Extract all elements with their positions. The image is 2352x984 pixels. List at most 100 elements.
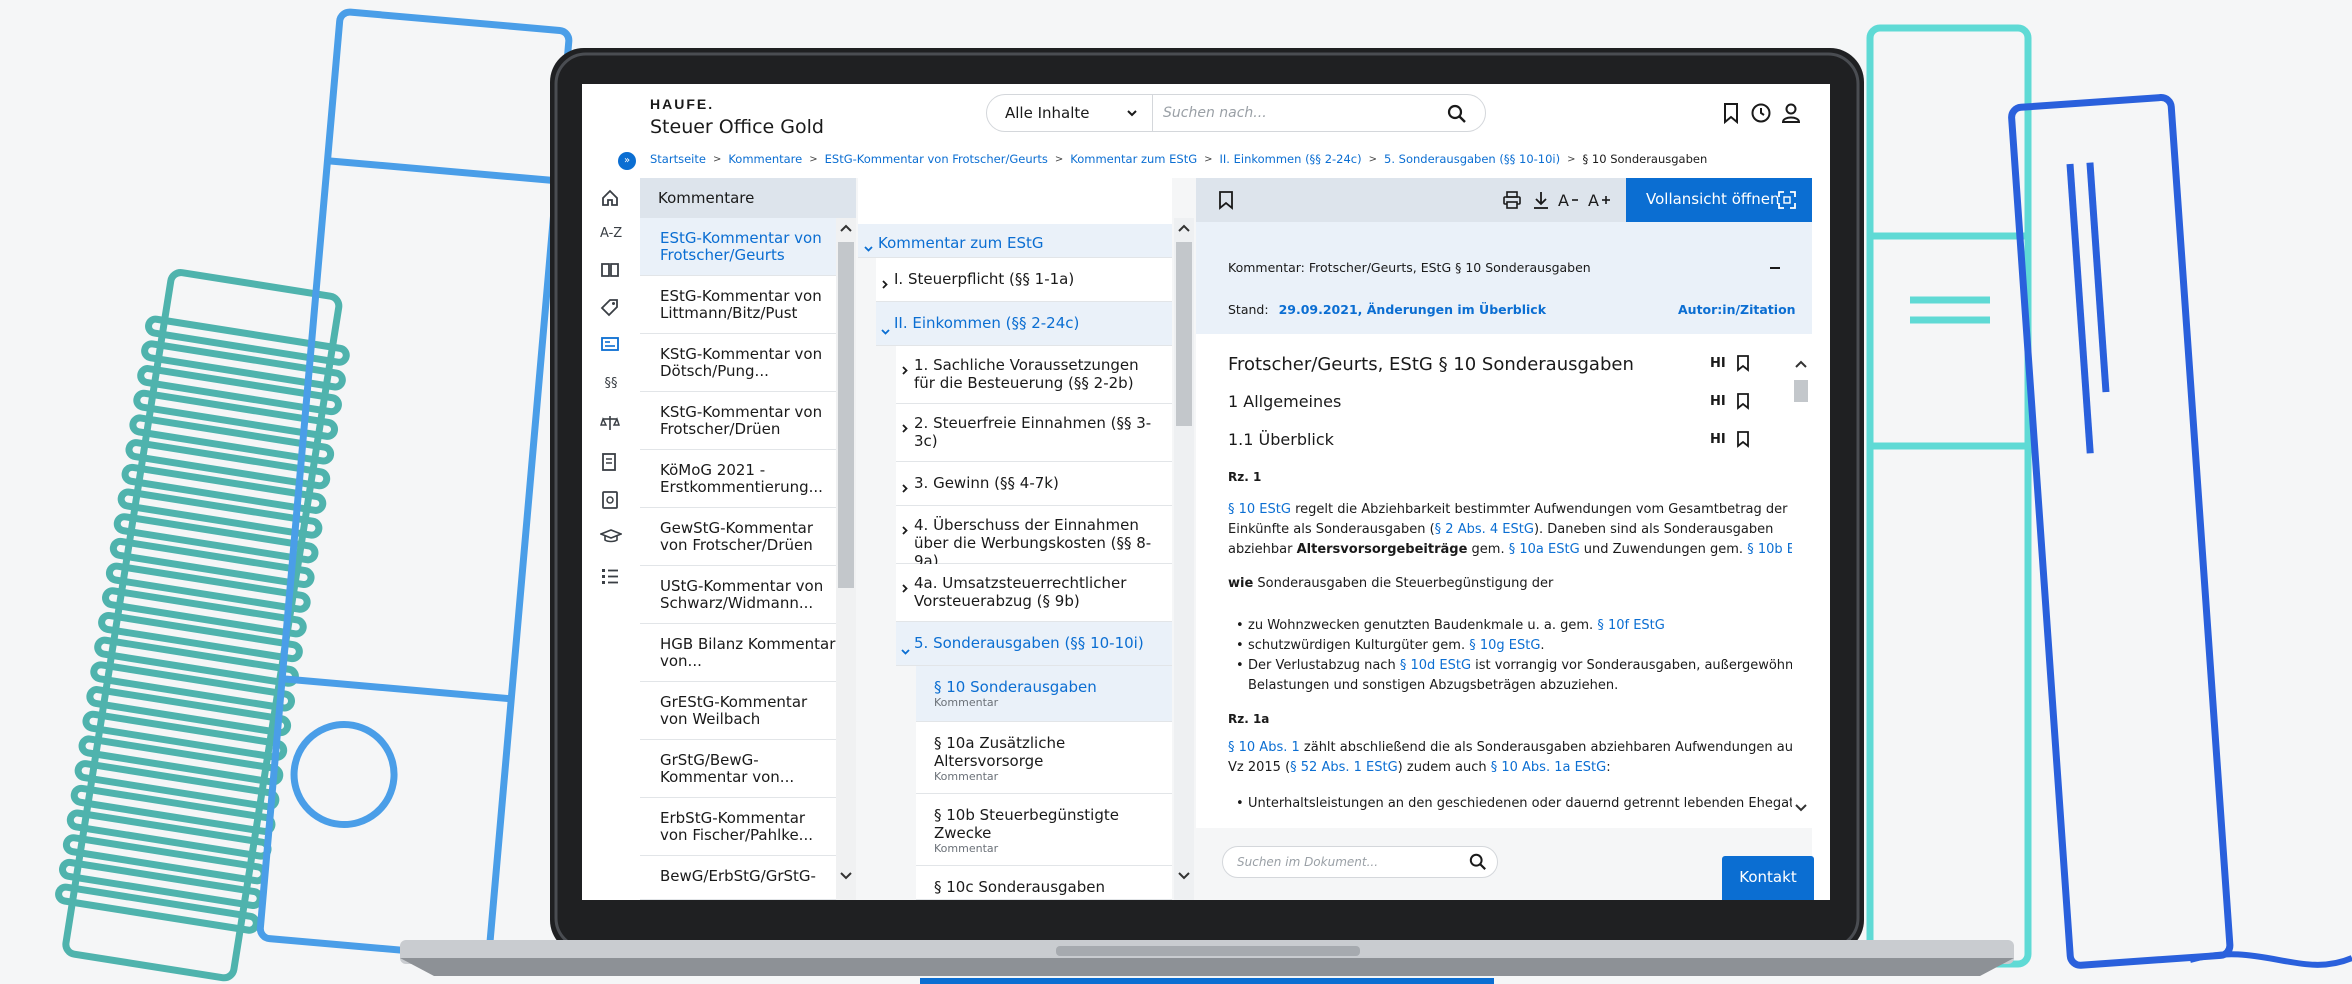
list-item[interactable]: ErbStG-Kommentar von Fischer/Pahlke... bbox=[640, 798, 836, 856]
toc-item-label: I. Steuerpflicht (§§ 1-1a) bbox=[894, 270, 1075, 288]
list-item: schutzwürdigen Kulturgüter gem. § 10g ES… bbox=[1234, 636, 1796, 656]
list-item[interactable]: EStG-Kommentar von Frotscher/Geurts bbox=[640, 218, 836, 276]
download-icon[interactable] bbox=[1532, 191, 1550, 209]
scroll-down-icon[interactable] bbox=[1178, 872, 1190, 880]
user-icon[interactable] bbox=[1780, 102, 1802, 124]
full-view-label: Vollansicht öffnen bbox=[1646, 190, 1780, 208]
link-2-abs-4[interactable]: § 2 Abs. 4 EStG bbox=[1435, 522, 1534, 537]
paragraph-icon[interactable]: §§ bbox=[600, 376, 622, 398]
search-icon[interactable] bbox=[1447, 104, 1467, 124]
bookmark-icon[interactable] bbox=[1218, 190, 1234, 210]
list-item[interactable]: EStG-Kommentar von Littmann/Bitz/Pust bbox=[640, 276, 836, 334]
scroll-down-icon[interactable] bbox=[1795, 804, 1807, 812]
form-icon[interactable] bbox=[600, 452, 622, 474]
hi-marker[interactable]: HI bbox=[1710, 394, 1726, 409]
breadcrumb-estg-kommentar[interactable]: EStG-Kommentar von Frotscher/Geurts bbox=[825, 152, 1048, 166]
toc-item[interactable]: 4. Überschuss der Einnahmen über die Wer… bbox=[896, 506, 1172, 570]
list-item[interactable]: KStG-Kommentar von Dötsch/Pung... bbox=[640, 334, 836, 392]
link-10f-estg[interactable]: § 10f EStG bbox=[1597, 618, 1665, 633]
graduation-cap-icon[interactable] bbox=[600, 528, 622, 550]
scroll-down-icon[interactable] bbox=[840, 872, 852, 880]
link-52-abs-1[interactable]: § 52 Abs. 1 EStG bbox=[1290, 760, 1398, 775]
history-icon[interactable] bbox=[1750, 102, 1772, 124]
toc-item[interactable]: II. Einkommen (§§ 2-24c) bbox=[876, 302, 1172, 346]
breadcrumb-kommentare[interactable]: Kommentare bbox=[728, 152, 802, 166]
text: ). Daneben sind als Sonderausgaben bbox=[1533, 522, 1774, 537]
heading-2: 1.1 Überblick bbox=[1228, 430, 1334, 449]
toc-item[interactable]: 1. Sachliche Voraussetzungen für die Bes… bbox=[896, 346, 1172, 404]
text: Belastungen und sonstigen Abzugsbeträgen… bbox=[1248, 678, 1619, 693]
chevron-right-icon bbox=[902, 419, 908, 437]
hi-marker[interactable]: HI bbox=[1710, 432, 1726, 447]
link-10a-estg[interactable]: § 10a EStG bbox=[1509, 542, 1580, 557]
bookmark-icon[interactable] bbox=[1722, 102, 1740, 124]
a-z-icon[interactable]: A-Z bbox=[600, 226, 622, 248]
toc-item[interactable]: 5. Sonderausgaben (§§ 10-10i) bbox=[896, 622, 1172, 666]
print-icon[interactable] bbox=[1502, 191, 1522, 209]
collapse-icon[interactable] bbox=[1770, 266, 1780, 270]
link-10-abs-1[interactable]: § 10 Abs. 1 bbox=[1228, 740, 1300, 755]
list-item[interactable]: KStG-Kommentar von Frotscher/Drüen bbox=[640, 392, 836, 450]
checklist-icon[interactable] bbox=[600, 566, 622, 588]
scroll-up-icon[interactable] bbox=[840, 224, 852, 232]
scroll-up-icon[interactable] bbox=[1178, 224, 1190, 232]
document-scrollbar-thumb[interactable] bbox=[1794, 380, 1808, 402]
font-increase-icon[interactable]: A bbox=[1588, 191, 1612, 209]
search-input[interactable] bbox=[1163, 97, 1433, 129]
font-decrease-icon[interactable]: A bbox=[1558, 191, 1580, 209]
list-item[interactable]: UStG-Kommentar von Schwarz/Widmann... bbox=[640, 566, 836, 624]
bookmark-icon[interactable] bbox=[1736, 392, 1750, 410]
tag-icon[interactable] bbox=[600, 298, 622, 320]
toc-scrollbar-thumb[interactable] bbox=[1176, 242, 1192, 426]
list-item[interactable]: GrEStG-Kommentar von Weilbach bbox=[640, 682, 836, 740]
scales-icon[interactable] bbox=[600, 414, 622, 436]
link-10g-estg[interactable]: § 10g EStG bbox=[1469, 638, 1540, 653]
kommentare-scrollbar-thumb[interactable] bbox=[838, 242, 854, 588]
breadcrumb-current: § 10 Sonderausgaben bbox=[1582, 152, 1708, 166]
toc-item[interactable]: § 10a Zusätzliche Altersvorsorge Komment… bbox=[916, 722, 1172, 794]
global-search: Alle Inhalte bbox=[986, 94, 1486, 132]
list-item[interactable]: GrStG/BewG-Kommentar von... bbox=[640, 740, 836, 798]
search-icon[interactable] bbox=[1469, 853, 1487, 871]
breadcrumb-sonderausgaben[interactable]: 5. Sonderausgaben (§§ 10-10i) bbox=[1384, 152, 1560, 166]
bookmark-icon[interactable] bbox=[1736, 354, 1750, 372]
toc-item[interactable]: 3. Gewinn (§§ 4-7k) bbox=[896, 462, 1172, 506]
breadcrumb-einkommen[interactable]: II. Einkommen (§§ 2-24c) bbox=[1220, 152, 1362, 166]
toc-item[interactable]: I. Steuerpflicht (§§ 1-1a) bbox=[876, 258, 1172, 302]
stand-line: Stand: 29.09.2021, Änderungen im Überbli… bbox=[1228, 302, 1546, 317]
commentary-icon[interactable] bbox=[600, 336, 622, 358]
breadcrumb-kommentar-zum-estg[interactable]: Kommentar zum EStG bbox=[1070, 152, 1197, 166]
expand-sidebar-icon[interactable]: » bbox=[618, 152, 636, 170]
link-10-estg[interactable]: § 10 EStG bbox=[1228, 502, 1291, 517]
link-10-abs-1a[interactable]: § 10 Abs. 1a EStG bbox=[1491, 760, 1607, 775]
document-scrollbar[interactable] bbox=[1792, 354, 1810, 824]
chevron-right-icon bbox=[902, 361, 908, 379]
home-icon[interactable] bbox=[600, 188, 622, 210]
toc-item-selected[interactable]: § 10 Sonderausgaben Kommentar bbox=[916, 666, 1172, 722]
list-item[interactable]: HGB Bilanz Kommentar von... bbox=[640, 624, 836, 682]
list-item[interactable]: GewStG-Kommentar von Frotscher/Drüen bbox=[640, 508, 836, 566]
toc-root[interactable]: Kommentar zum EStG bbox=[858, 224, 1172, 258]
app-window: » HAUFE. Steuer Office Gold Alle Inhalte… bbox=[582, 84, 1830, 900]
scroll-up-icon[interactable] bbox=[1795, 360, 1807, 368]
breadcrumb-startseite[interactable]: Startseite bbox=[650, 152, 706, 166]
list-item[interactable]: KöMoG 2021 - Erstkommentierung... bbox=[640, 450, 836, 508]
document-search-input[interactable] bbox=[1237, 849, 1457, 875]
full-view-button[interactable]: Vollansicht öffnen bbox=[1626, 178, 1812, 222]
link-10d-estg[interactable]: § 10d EStG bbox=[1400, 658, 1471, 673]
toc-item[interactable]: 4a. Umsatzsteuerrechtlicher Vorsteuerabz… bbox=[896, 564, 1172, 622]
text: abziehbar bbox=[1228, 542, 1297, 557]
link-10b-estg[interactable]: § 10b EStG bbox=[1747, 542, 1796, 557]
calculator-icon[interactable] bbox=[600, 490, 622, 512]
list-item[interactable]: BewG/ErbStG/GrStG- bbox=[640, 856, 836, 900]
toc-root-label: Kommentar zum EStG bbox=[878, 234, 1044, 252]
toc-item[interactable]: § 10b Steuerbegünstigte Zwecke Kommentar bbox=[916, 794, 1172, 866]
toc-item[interactable]: 2. Steuerfreie Einnahmen (§§ 3-3c) bbox=[896, 404, 1172, 462]
author-citation-link[interactable]: Autor:in/Zitation bbox=[1678, 302, 1796, 317]
book-icon[interactable] bbox=[600, 262, 622, 284]
hi-marker[interactable]: HI bbox=[1710, 356, 1726, 371]
bookmark-icon[interactable] bbox=[1736, 430, 1750, 448]
toc-item[interactable]: § 10c Sonderausgaben bbox=[916, 866, 1172, 900]
kontakt-button[interactable]: Kontakt bbox=[1722, 856, 1814, 900]
stand-value-link[interactable]: 29.09.2021, Änderungen im Überblick bbox=[1279, 302, 1546, 317]
